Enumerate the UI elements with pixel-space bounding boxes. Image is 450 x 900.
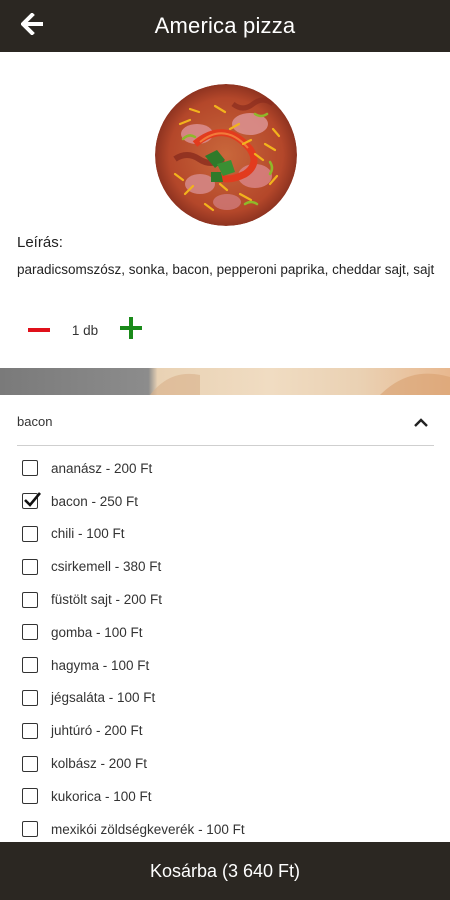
option-label: bacon - 250 Ft xyxy=(51,493,139,509)
option-label: jégsaláta - 100 Ft xyxy=(51,690,156,706)
extra-option-ananasz[interactable]: ananász - 200 Ft xyxy=(22,452,442,485)
option-label: csirkemell - 380 Ft xyxy=(51,559,162,575)
checkbox[interactable] xyxy=(22,460,38,477)
extra-option-fustolt-sajt[interactable]: füstölt sajt - 200 Ft xyxy=(22,583,442,616)
page-title: America pizza xyxy=(154,13,296,38)
decrease-quantity-button[interactable] xyxy=(22,315,56,345)
extra-option-bacon[interactable]: bacon - 250 Ft xyxy=(22,485,442,518)
decorative-banner xyxy=(0,368,450,395)
dropdown-selected-value: bacon xyxy=(17,414,53,429)
add-to-cart-button[interactable]: Kosárba (3 640 Ft) xyxy=(0,842,450,900)
extra-option-csirkemell[interactable]: csirkemell - 380 Ft xyxy=(22,550,442,583)
option-label: chili - 100 Ft xyxy=(51,526,125,542)
option-label: gomba - 100 Ft xyxy=(51,624,143,640)
checkbox[interactable] xyxy=(22,525,38,542)
option-label: hagyma - 100 Ft xyxy=(51,657,150,673)
checkbox[interactable] xyxy=(22,591,38,608)
extra-option-kolbasz[interactable]: kolbász - 200 Ft xyxy=(22,747,442,780)
quantity-value: 1 db xyxy=(71,322,99,338)
option-label: kukorica - 100 Ft xyxy=(51,788,152,804)
back-button[interactable] xyxy=(18,11,48,40)
checkbox[interactable] xyxy=(22,558,38,575)
checkbox[interactable] xyxy=(22,788,38,805)
increase-quantity-button[interactable] xyxy=(114,315,148,345)
extras-list: ananász - 200 Ft bacon - 250 Ft chili - … xyxy=(22,452,442,846)
checkbox[interactable] xyxy=(22,722,38,739)
pizza-image xyxy=(155,84,297,226)
checkbox[interactable] xyxy=(22,821,38,838)
extras-dropdown[interactable]: bacon xyxy=(17,404,434,446)
option-label: juhtúró - 200 Ft xyxy=(51,723,143,739)
arrow-left-icon xyxy=(20,11,45,40)
description-text: paradicsomszósz, sonka, bacon, pepperoni… xyxy=(17,262,435,277)
extra-option-jegsalata[interactable]: jégsaláta - 100 Ft xyxy=(22,682,442,715)
option-label: kolbász - 200 Ft xyxy=(51,756,148,772)
chevron-up-icon xyxy=(412,414,430,432)
checkbox-checked[interactable] xyxy=(22,492,41,510)
extra-option-gomba[interactable]: gomba - 100 Ft xyxy=(22,616,442,649)
checkbox[interactable] xyxy=(22,657,38,674)
quantity-stepper: 1 db xyxy=(22,315,148,345)
minus-icon xyxy=(28,321,50,339)
extra-option-hagyma[interactable]: hagyma - 100 Ft xyxy=(22,649,442,682)
extra-option-kukorica[interactable]: kukorica - 100 Ft xyxy=(22,780,442,813)
checkbox[interactable] xyxy=(22,689,38,706)
extra-option-mexikoi-zoldsegkeverek[interactable]: mexikói zöldségkeverék - 100 Ft xyxy=(22,813,442,846)
checkbox[interactable] xyxy=(22,755,38,772)
option-label: ananász - 200 Ft xyxy=(51,460,153,476)
plus-icon xyxy=(120,316,142,344)
description-label: Leírás: xyxy=(17,234,63,251)
extra-option-juhturo[interactable]: juhtúró - 200 Ft xyxy=(22,714,442,747)
option-label: mexikói zöldségkeverék - 100 Ft xyxy=(51,821,245,837)
extra-option-chili[interactable]: chili - 100 Ft xyxy=(22,518,442,551)
top-bar: America pizza xyxy=(0,0,450,52)
add-to-cart-label: Kosárba (3 640 Ft) xyxy=(149,860,301,881)
checkbox[interactable] xyxy=(22,624,38,641)
option-label: füstölt sajt - 200 Ft xyxy=(51,592,163,608)
